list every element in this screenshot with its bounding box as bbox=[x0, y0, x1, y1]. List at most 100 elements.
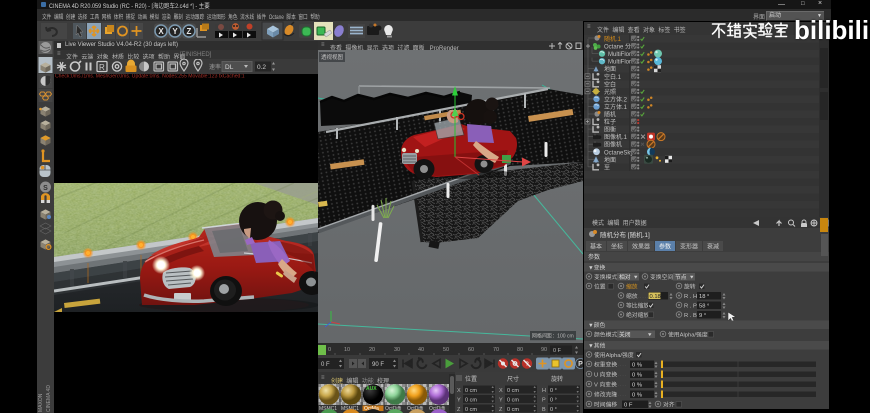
svg-text:权重变换: 权重变换 bbox=[594, 361, 617, 369]
svg-text:使用Alpha/强度: 使用Alpha/强度 bbox=[594, 351, 634, 359]
svg-text:立方体.1: 立方体.1 bbox=[604, 103, 628, 111]
svg-text:. . . .: . . . . bbox=[618, 392, 626, 397]
svg-text:0 °: 0 ° bbox=[550, 388, 557, 394]
svg-text:随机.1: 随机.1 bbox=[604, 35, 622, 43]
svg-text:R . B: R . B bbox=[684, 313, 697, 319]
svg-text:Y: Y bbox=[457, 398, 461, 404]
svg-text:随机: 随机 bbox=[604, 111, 616, 119]
svg-text:90 F: 90 F bbox=[372, 362, 384, 368]
svg-text:X: X bbox=[499, 388, 503, 394]
svg-text:S: S bbox=[43, 185, 48, 192]
svg-text:关闭: 关闭 bbox=[619, 331, 631, 339]
svg-text:缩放: 缩放 bbox=[626, 283, 638, 291]
svg-text:60: 60 bbox=[468, 347, 474, 353]
svg-text:0: 0 bbox=[328, 347, 331, 353]
svg-text:位置: 位置 bbox=[594, 283, 606, 291]
svg-text:等比缩放: 等比缩放 bbox=[626, 302, 649, 310]
svg-text:U 向变换: U 向变换 bbox=[594, 371, 617, 379]
svg-text:0 %: 0 % bbox=[632, 383, 642, 389]
svg-text:AUX: AUX bbox=[366, 386, 377, 392]
svg-text:B: B bbox=[542, 407, 546, 413]
svg-text:模式 编辑 用户数据: 模式 编辑 用户数据 bbox=[592, 219, 647, 227]
svg-text:0 °: 0 ° bbox=[550, 398, 557, 404]
svg-text:旋转: 旋转 bbox=[551, 375, 563, 383]
svg-text:位置: 位置 bbox=[465, 375, 477, 383]
svg-text:P: P bbox=[542, 398, 546, 404]
svg-text:10: 10 bbox=[344, 347, 350, 353]
svg-text:光照: 光照 bbox=[604, 88, 616, 96]
svg-text:OctaneSky: OctaneSky bbox=[604, 150, 633, 156]
svg-text:90: 90 bbox=[541, 347, 547, 353]
svg-text:0 cm: 0 cm bbox=[465, 407, 477, 413]
svg-text:9 °: 9 ° bbox=[699, 313, 706, 319]
svg-text:速率: 速率 bbox=[209, 63, 221, 71]
svg-text:. . . . .: . . . . . bbox=[638, 294, 648, 299]
svg-text:0 cm: 0 cm bbox=[507, 398, 519, 404]
svg-text:缩放: 缩放 bbox=[626, 292, 638, 300]
svg-text:效果器: 效果器 bbox=[632, 243, 650, 251]
svg-text:50: 50 bbox=[443, 347, 449, 353]
svg-text:. . . .: . . . . bbox=[618, 362, 626, 367]
svg-text:X: X bbox=[457, 388, 461, 394]
svg-text:坐标: 坐标 bbox=[611, 243, 623, 251]
svg-text:Y: Y bbox=[172, 27, 178, 36]
svg-text:80: 80 bbox=[517, 347, 523, 353]
svg-text:0 F: 0 F bbox=[553, 348, 562, 354]
svg-text:空白: 空白 bbox=[604, 80, 616, 88]
svg-text:0 %: 0 % bbox=[632, 393, 642, 399]
svg-text:衰减: 衰减 bbox=[707, 243, 719, 251]
svg-text:DL: DL bbox=[225, 64, 234, 71]
svg-text:0 °: 0 ° bbox=[550, 407, 557, 413]
svg-text:参数: 参数 bbox=[588, 253, 600, 261]
svg-text:地面: 地面 bbox=[604, 65, 616, 73]
svg-text:58 °: 58 ° bbox=[699, 304, 709, 310]
svg-text:30: 30 bbox=[394, 347, 400, 353]
svg-text:20: 20 bbox=[369, 347, 375, 353]
svg-text:立方体.2: 立方体.2 bbox=[604, 95, 628, 103]
svg-text:R: R bbox=[99, 63, 105, 72]
svg-text:变换模式: 变换模式 bbox=[594, 273, 617, 281]
svg-text:修改克隆: 修改克隆 bbox=[594, 391, 617, 399]
svg-text:时间偏移: 时间偏移 bbox=[594, 401, 617, 409]
svg-text:颜色模式: 颜色模式 bbox=[594, 331, 617, 339]
svg-text:P: P bbox=[578, 361, 583, 368]
svg-text:基本: 基本 bbox=[590, 243, 602, 251]
svg-text:0 %: 0 % bbox=[632, 373, 642, 379]
svg-text:0 %: 0 % bbox=[632, 363, 642, 369]
svg-text:Z: Z bbox=[187, 27, 192, 36]
svg-text:变换空间: 变换空间 bbox=[650, 273, 673, 281]
svg-text:0 cm: 0 cm bbox=[465, 398, 477, 404]
svg-text:尺寸: 尺寸 bbox=[507, 375, 519, 383]
svg-text:图衡: 图衡 bbox=[604, 126, 616, 134]
svg-text:X: X bbox=[158, 27, 164, 36]
svg-text:相对: 相对 bbox=[619, 273, 631, 281]
svg-text:旋转: 旋转 bbox=[684, 283, 696, 291]
svg-text:0 cm: 0 cm bbox=[465, 388, 477, 394]
svg-text:对齐: 对齐 bbox=[663, 401, 675, 409]
svg-text:节点: 节点 bbox=[675, 273, 687, 281]
svg-text:变形器: 变形器 bbox=[680, 243, 698, 251]
svg-text:Y: Y bbox=[499, 398, 503, 404]
svg-text:0 F: 0 F bbox=[321, 362, 330, 368]
svg-text:R . H: R . H bbox=[684, 294, 697, 300]
svg-text:V 向变换: V 向变换 bbox=[594, 381, 617, 389]
svg-text:图像机: 图像机 bbox=[604, 141, 622, 149]
svg-text:H: H bbox=[542, 388, 546, 394]
svg-text:18 °: 18 ° bbox=[699, 294, 709, 300]
svg-text:. . . .: . . . . bbox=[618, 372, 626, 377]
svg-text:随机分布 [随机.1]: 随机分布 [随机.1] bbox=[600, 230, 650, 239]
svg-text:0 cm: 0 cm bbox=[507, 388, 519, 394]
svg-text:地面: 地面 bbox=[604, 156, 616, 164]
svg-text:▼颜色: ▼颜色 bbox=[588, 321, 606, 329]
svg-text:. . . .: . . . . bbox=[618, 382, 626, 387]
svg-text:绝对缩放: 绝对缩放 bbox=[626, 311, 649, 319]
svg-text:粒子: 粒子 bbox=[604, 118, 616, 126]
svg-text:0 F: 0 F bbox=[624, 403, 633, 409]
svg-text:▼变换: ▼变换 bbox=[588, 264, 606, 272]
svg-text:图像机.1: 图像机.1 bbox=[604, 133, 628, 141]
svg-text:使用Alpha/强度: 使用Alpha/强度 bbox=[668, 331, 708, 339]
svg-text:参数: 参数 bbox=[659, 243, 671, 251]
svg-text:40: 40 bbox=[418, 347, 424, 353]
svg-text:至: 至 bbox=[604, 164, 610, 171]
svg-text:空白.1: 空白.1 bbox=[604, 73, 622, 81]
